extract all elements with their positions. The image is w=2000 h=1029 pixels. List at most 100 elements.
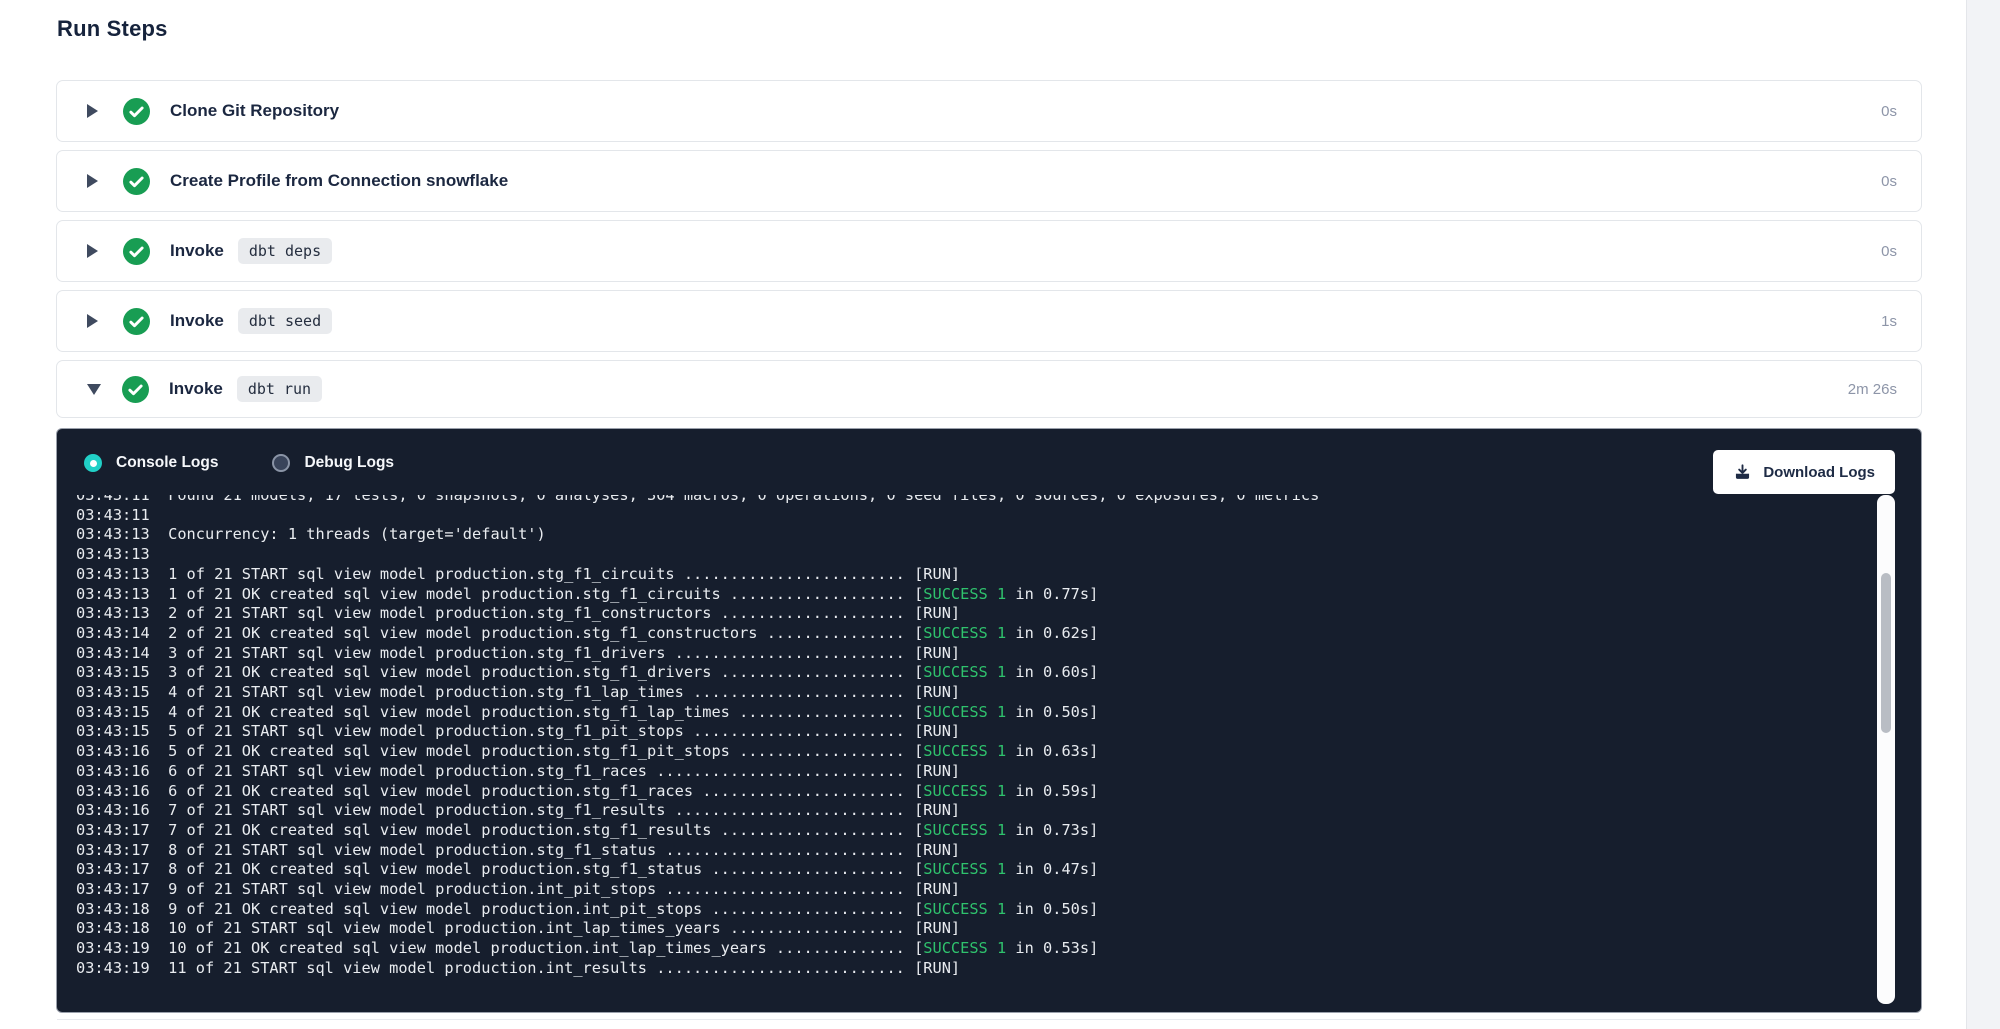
log-line: 03:43:19 10 of 21 OK created sql view mo… — [76, 939, 1875, 959]
log-line: 03:43:18 9 of 21 OK created sql view mod… — [76, 900, 1875, 920]
log-status-success: SUCCESS 1 — [923, 900, 1006, 918]
step-dbt-seed[interactable]: Invoke dbt seed 1s — [56, 290, 1922, 352]
log-message: 5 of 21 START sql view model production.… — [150, 722, 905, 740]
log-status-text: [ — [905, 742, 923, 760]
log-timestamp: 03:43:13 — [76, 545, 150, 563]
log-status-text: [RUN] — [905, 644, 960, 662]
log-timestamp: 03:43:16 — [76, 762, 150, 780]
log-timestamp: 03:43:15 — [76, 663, 150, 681]
log-status-text: [RUN] — [905, 565, 960, 583]
download-logs-label: Download Logs — [1763, 464, 1875, 481]
check-circle-icon — [123, 238, 150, 265]
log-line: 03:43:19 11 of 21 START sql view model p… — [76, 959, 1875, 979]
caret-right-icon — [87, 314, 98, 328]
log-status-text: [RUN] — [905, 880, 960, 898]
log-line: 03:43:13 1 of 21 OK created sql view mod… — [76, 585, 1875, 605]
log-status-text: [RUN] — [905, 801, 960, 819]
log-message: Concurrency: 1 threads (target='default'… — [150, 525, 546, 543]
log-message: 8 of 21 START sql view model production.… — [150, 841, 905, 859]
log-scrollbar-thumb[interactable] — [1881, 573, 1891, 733]
log-timestamp: 03:43:13 — [76, 604, 150, 622]
log-timestamp: 03:43:13 — [76, 565, 150, 583]
step-clone-git-repository[interactable]: Clone Git Repository 0s — [56, 80, 1922, 142]
log-line: 03:43:15 5 of 21 START sql view model pr… — [76, 722, 1875, 742]
log-message: 9 of 21 START sql view model production.… — [150, 880, 905, 898]
log-line: 03:43:13 Concurrency: 1 threads (target=… — [76, 525, 1875, 545]
radio-unselected-icon — [272, 454, 290, 472]
log-line: 03:43:16 5 of 21 OK created sql view mod… — [76, 742, 1875, 762]
log-status-text: in 0.60s] — [1006, 663, 1098, 681]
caret-right-icon — [87, 174, 98, 188]
log-message: 4 of 21 START sql view model production.… — [150, 683, 905, 701]
log-line: 03:43:17 9 of 21 START sql view model pr… — [76, 880, 1875, 900]
log-message: 9 of 21 OK created sql view model produc… — [150, 900, 905, 918]
log-status-text: in 0.50s] — [1006, 900, 1098, 918]
log-status-success: SUCCESS 1 — [923, 860, 1006, 878]
log-status-text: [RUN] — [905, 683, 960, 701]
step-dbt-run[interactable]: Invoke dbt run 2m 26s — [56, 360, 1922, 418]
caret-down-icon — [87, 384, 101, 395]
step-dbt-deps[interactable]: Invoke dbt deps 0s — [56, 220, 1922, 282]
log-status-text: in 0.63s] — [1006, 742, 1098, 760]
log-status-text: [RUN] — [905, 722, 960, 740]
run-steps-list: Clone Git Repository 0s Create Profile f… — [56, 80, 1922, 1013]
log-message: 8 of 21 OK created sql view model produc… — [150, 860, 905, 878]
step-duration: 0s — [1881, 243, 1897, 260]
log-status-text: [ — [905, 821, 923, 839]
log-timestamp: 03:43:13 — [76, 585, 150, 603]
caret-right-icon — [87, 104, 98, 118]
log-timestamp: 03:43:19 — [76, 939, 150, 957]
log-timestamp: 03:43:15 — [76, 722, 150, 740]
log-message: 10 of 21 START sql view model production… — [150, 919, 905, 937]
log-status-text: in 0.47s] — [1006, 860, 1098, 878]
log-message: 7 of 21 START sql view model production.… — [150, 801, 905, 819]
log-timestamp: 03:43:15 — [76, 683, 150, 701]
log-timestamp: 03:43:19 — [76, 959, 150, 977]
log-status-text: in 0.73s] — [1006, 821, 1098, 839]
step-label: Invoke — [169, 379, 223, 399]
step-command-chip: dbt seed — [238, 308, 332, 334]
log-timestamp: 03:43:17 — [76, 860, 150, 878]
log-message: 3 of 21 OK created sql view model produc… — [150, 663, 905, 681]
log-line: 03:43:13 — [76, 545, 1875, 565]
log-line: 03:43:13 1 of 21 START sql view model pr… — [76, 565, 1875, 585]
console-log-viewport[interactable]: 03:43:11 Found 21 models, 17 tests, 0 sn… — [57, 495, 1875, 1004]
step-label: Invoke — [170, 241, 224, 261]
log-status-success: SUCCESS 1 — [923, 663, 1006, 681]
console-logs-label: Console Logs — [116, 454, 218, 472]
step-duration: 0s — [1881, 173, 1897, 190]
log-status-text: [RUN] — [905, 919, 960, 937]
log-line: 03:43:16 6 of 21 OK created sql view mod… — [76, 782, 1875, 802]
log-timestamp: 03:43:17 — [76, 880, 150, 898]
log-message: Found 21 models, 17 tests, 0 snapshots, … — [150, 495, 1320, 504]
log-status-success: SUCCESS 1 — [923, 742, 1006, 760]
log-scrollbar[interactable] — [1877, 495, 1895, 1004]
log-status-success: SUCCESS 1 — [923, 821, 1006, 839]
log-status-text: [ — [905, 624, 923, 642]
debug-logs-radio[interactable]: Debug Logs — [272, 454, 394, 472]
log-line: 03:43:15 4 of 21 START sql view model pr… — [76, 683, 1875, 703]
log-message: 1 of 21 START sql view model production.… — [150, 565, 905, 583]
console-logs-radio[interactable]: Console Logs — [84, 454, 218, 472]
log-timestamp: 03:43:14 — [76, 644, 150, 662]
log-line: 03:43:17 7 of 21 OK created sql view mod… — [76, 821, 1875, 841]
download-logs-button[interactable]: Download Logs — [1713, 450, 1895, 494]
log-status-text: in 0.62s] — [1006, 624, 1098, 642]
console-toolbar: Console Logs Debug Logs Download Logs — [57, 429, 1921, 472]
radio-selected-icon — [84, 454, 102, 472]
log-timestamp: 03:43:16 — [76, 742, 150, 760]
log-timestamp: 03:43:11 — [76, 495, 150, 504]
log-timestamp: 03:43:17 — [76, 821, 150, 839]
step-create-profile[interactable]: Create Profile from Connection snowflake… — [56, 150, 1922, 212]
log-status-text: [ — [905, 900, 923, 918]
log-status-text: [ — [905, 703, 923, 721]
log-timestamp: 03:43:16 — [76, 801, 150, 819]
log-line: 03:43:11 — [76, 506, 1875, 526]
log-status-text: [RUN] — [905, 841, 960, 859]
log-line: 03:43:16 6 of 21 START sql view model pr… — [76, 762, 1875, 782]
log-line: 03:43:15 3 of 21 OK created sql view mod… — [76, 663, 1875, 683]
log-status-text: in 0.77s] — [1006, 585, 1098, 603]
log-message: 4 of 21 OK created sql view model produc… — [150, 703, 905, 721]
log-line: 03:43:14 3 of 21 START sql view model pr… — [76, 644, 1875, 664]
log-status-text: [RUN] — [905, 762, 960, 780]
